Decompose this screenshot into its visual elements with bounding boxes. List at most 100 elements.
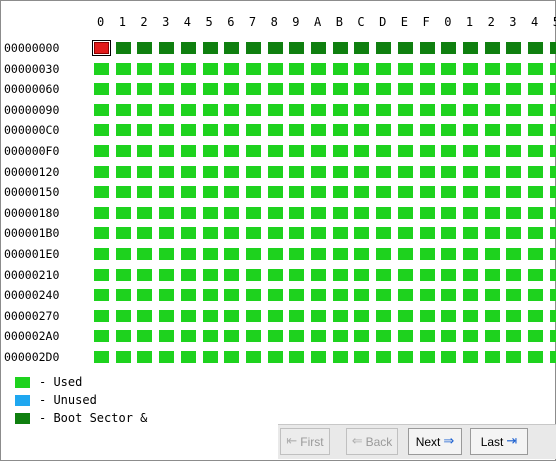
sector-cell[interactable]: [180, 83, 196, 96]
sector-cell[interactable]: [506, 268, 522, 281]
sector-cell[interactable]: [419, 289, 435, 302]
sector-cell[interactable]: [441, 42, 457, 54]
sector-cell[interactable]: [462, 227, 478, 240]
sector-cell[interactable]: [397, 206, 413, 219]
sector-cell[interactable]: [224, 83, 240, 96]
sector-cell[interactable]: [137, 62, 153, 75]
sector-cell[interactable]: [180, 248, 196, 260]
sector-cell[interactable]: [419, 103, 435, 116]
sector-cell[interactable]: [376, 289, 392, 302]
sector-cell[interactable]: [528, 186, 543, 199]
sector-cell[interactable]: [462, 124, 478, 137]
sector-cell[interactable]: [397, 351, 413, 363]
sector-cell[interactable]: [528, 351, 543, 363]
sector-cell[interactable]: [115, 268, 131, 281]
sector-cell[interactable]: [137, 42, 153, 54]
sector-cell[interactable]: [397, 42, 413, 54]
sector-cell[interactable]: [506, 124, 522, 137]
sector-cell[interactable]: [289, 186, 305, 199]
sector-cell[interactable]: [137, 186, 153, 199]
sector-cell[interactable]: [484, 351, 500, 363]
sector-cell[interactable]: [376, 186, 392, 199]
sector-cell[interactable]: [419, 83, 435, 96]
sector-cell[interactable]: [159, 124, 175, 137]
sector-cell[interactable]: [245, 248, 261, 260]
sector-cell[interactable]: [115, 83, 131, 96]
sector-cell[interactable]: [267, 186, 283, 199]
sector-cell[interactable]: [506, 248, 522, 260]
sector-cell[interactable]: [441, 309, 457, 322]
sector-cell[interactable]: [159, 330, 175, 343]
sector-cell[interactable]: [267, 206, 283, 219]
last-button[interactable]: Last ⇥: [470, 428, 528, 455]
sector-cell[interactable]: [94, 227, 109, 240]
sector-cell[interactable]: [376, 227, 392, 240]
sector-cell[interactable]: [354, 227, 370, 240]
sector-cell[interactable]: [202, 309, 218, 322]
sector-cell[interactable]: [506, 351, 522, 363]
sector-cell[interactable]: [376, 165, 392, 178]
sector-cell[interactable]: [311, 62, 326, 75]
sector-cell[interactable]: [506, 309, 522, 322]
sector-cell[interactable]: [506, 206, 522, 219]
sector-cell[interactable]: [397, 103, 413, 116]
sector-cell[interactable]: [354, 351, 370, 363]
sector-cell[interactable]: [137, 309, 153, 322]
sector-cell[interactable]: [419, 227, 435, 240]
sector-cell[interactable]: [506, 145, 522, 157]
sector-cell[interactable]: [245, 62, 261, 75]
sector-cell[interactable]: [289, 103, 305, 116]
sector-cell[interactable]: [159, 206, 175, 219]
sector-cell[interactable]: [224, 248, 240, 260]
sector-cell[interactable]: [202, 103, 218, 116]
sector-cell[interactable]: [354, 330, 370, 343]
sector-cell[interactable]: [94, 103, 109, 116]
sector-cell[interactable]: [397, 330, 413, 343]
sector-cell[interactable]: [332, 309, 348, 322]
sector-cell[interactable]: [397, 62, 413, 75]
sector-cell[interactable]: [245, 124, 261, 137]
sector-cell[interactable]: [311, 330, 326, 343]
sector-cell[interactable]: [311, 351, 326, 363]
sector-cell[interactable]: [506, 62, 522, 75]
sector-cell[interactable]: [137, 289, 153, 302]
sector-cell[interactable]: [94, 330, 109, 343]
sector-cell[interactable]: [180, 351, 196, 363]
sector-cell[interactable]: [528, 103, 543, 116]
sector-cell[interactable]: [137, 103, 153, 116]
sector-cell[interactable]: [115, 227, 131, 240]
sector-cell[interactable]: [137, 206, 153, 219]
sector-cell[interactable]: [202, 248, 218, 260]
sector-cell[interactable]: [94, 124, 109, 137]
sector-cell[interactable]: [159, 309, 175, 322]
sector-cell[interactable]: [528, 206, 543, 219]
sector-cell[interactable]: [115, 206, 131, 219]
sector-cell[interactable]: [549, 103, 556, 116]
sector-cell[interactable]: [332, 248, 348, 260]
sector-cell[interactable]: [419, 62, 435, 75]
sector-cell[interactable]: [376, 145, 392, 157]
sector-cell[interactable]: [202, 186, 218, 199]
sector-cell[interactable]: [484, 206, 500, 219]
sector-cell[interactable]: [549, 330, 556, 343]
sector-cell[interactable]: [441, 351, 457, 363]
sector-cell[interactable]: [159, 248, 175, 260]
sector-cell[interactable]: [159, 62, 175, 75]
first-button[interactable]: ⇤ First: [280, 428, 330, 455]
sector-cell[interactable]: [180, 124, 196, 137]
sector-cell[interactable]: [159, 83, 175, 96]
sector-cell[interactable]: [94, 165, 109, 178]
sector-cell[interactable]: [224, 145, 240, 157]
sector-cell[interactable]: [311, 289, 326, 302]
sector-cell[interactable]: [202, 268, 218, 281]
sector-cell[interactable]: [267, 83, 283, 96]
sector-cell[interactable]: [267, 165, 283, 178]
sector-cell[interactable]: [180, 289, 196, 302]
sector-cell[interactable]: [332, 330, 348, 343]
sector-cell[interactable]: [311, 248, 326, 260]
sector-cell[interactable]: [441, 206, 457, 219]
sector-cell[interactable]: [94, 145, 109, 157]
sector-cell[interactable]: [245, 103, 261, 116]
sector-cell[interactable]: [202, 62, 218, 75]
sector-cell[interactable]: [180, 206, 196, 219]
